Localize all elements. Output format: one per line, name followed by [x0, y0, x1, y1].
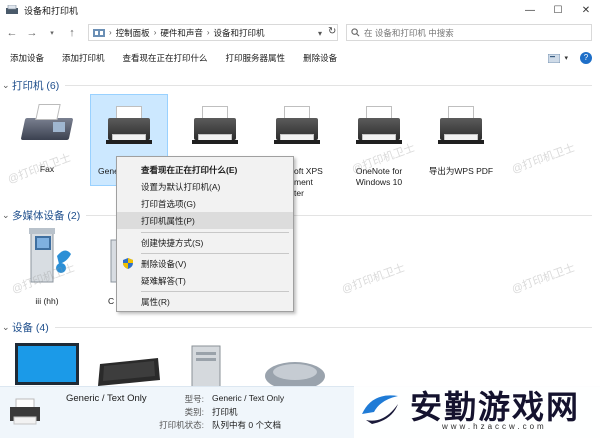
detail-value-category: 打印机: [212, 407, 238, 417]
selected-device-name: Generic / Text Only: [66, 393, 147, 404]
fax-icon: [19, 100, 75, 144]
add-device-button[interactable]: 添加设备: [10, 52, 44, 64]
add-printer-button[interactable]: 添加打印机: [62, 52, 105, 64]
window-title: 设备和打印机: [24, 5, 79, 16]
close-button[interactable]: ✕: [572, 0, 600, 20]
printers-group-title: 打印机 (6): [12, 79, 60, 92]
printer-icon: [354, 102, 404, 146]
search-input[interactable]: 在 设备和打印机 中搜索: [346, 24, 592, 41]
multimedia-group-title: 多媒体设备 (2): [12, 209, 81, 222]
devices-group-header[interactable]: ⌄ 设备 (4): [0, 319, 600, 335]
menu-item-printing-preferences[interactable]: 打印首选项(G): [117, 195, 293, 212]
menu-item-troubleshoot[interactable]: 疑难解答(T): [117, 272, 293, 289]
printer-icon: [10, 398, 40, 425]
title-bar: 设备和打印机 — ☐ ✕: [0, 0, 600, 20]
minimize-button[interactable]: —: [516, 0, 544, 20]
address-dropdown-icon[interactable]: ▾: [318, 29, 322, 38]
menu-item-label: 删除设备(V): [141, 258, 187, 269]
logo-swirl-icon: [362, 395, 398, 424]
help-icon[interactable]: ?: [580, 52, 592, 64]
context-menu: 查看现在正在打印什么(E) 设置为默认打印机(A) 打印首选项(G) 打印机属性…: [116, 156, 294, 312]
view-dropdown-icon[interactable]: ▾: [564, 54, 568, 62]
detail-value-model: Generic / Text Only: [212, 393, 285, 403]
printer-icon: [190, 102, 240, 146]
breadcrumb-separator: ›: [153, 28, 157, 37]
print-server-properties-button[interactable]: 打印服务器属性: [226, 52, 286, 64]
remove-device-button[interactable]: 删除设备: [303, 52, 337, 64]
detail-label-status: 打印机状态:: [159, 420, 204, 430]
printers-group-header[interactable]: ⌄ 打印机 (6): [0, 77, 600, 93]
breadcrumb-separator: ›: [206, 28, 210, 37]
printer-icon: [436, 102, 486, 146]
menu-item-properties[interactable]: 属性(R): [117, 293, 293, 310]
detail-label-category: 类别:: [184, 407, 204, 417]
watermark: @打印机卫士: [340, 261, 407, 296]
monitor-icon[interactable]: [14, 342, 80, 388]
menu-item-set-default[interactable]: 设置为默认打印机(A): [117, 178, 293, 195]
device-printer-3[interactable]: [176, 102, 254, 148]
logo-url: www.hzaccw.com: [442, 422, 547, 431]
breadcrumb-hardware-sound[interactable]: 硬件和声音: [160, 27, 203, 39]
group-divider: [54, 326, 592, 328]
menu-item-create-shortcut[interactable]: 创建快捷方式(S): [117, 234, 293, 251]
site-logo-stamp: 安勤游戏网 www.hzaccw.com: [354, 380, 600, 438]
see-whats-printing-button[interactable]: 查看现在正在打印什么: [123, 52, 208, 64]
recent-locations-icon[interactable]: ▾: [44, 25, 60, 41]
breadcrumb-separator: ›: [109, 28, 112, 37]
search-placeholder: 在 设备和打印机 中搜索: [364, 27, 454, 38]
collapse-chevron-icon[interactable]: ⌄: [2, 210, 12, 221]
devices-group-title: 设备 (4): [12, 321, 49, 334]
mouse-icon[interactable]: [262, 358, 328, 388]
collapse-chevron-icon[interactable]: ⌄: [2, 322, 12, 333]
address-bar[interactable]: › 控制面板 › 硬件和声音 › 设备和打印机: [88, 24, 338, 41]
menu-item-printer-properties[interactable]: 打印机属性(P): [117, 212, 293, 229]
back-button[interactable]: ←: [4, 25, 20, 41]
detail-label-model: 型号:: [184, 394, 204, 404]
control-panel-icon: [93, 28, 105, 37]
printer-icon: [272, 102, 322, 146]
breadcrumb-devices-printers[interactable]: 设备和打印机: [214, 27, 265, 39]
computer-tower-icon[interactable]: [186, 344, 226, 388]
menu-item-remove-device[interactable]: 删除设备(V): [117, 255, 293, 272]
keyboard-icon[interactable]: [96, 354, 162, 388]
menu-separator: [141, 232, 289, 233]
multimedia-group-header[interactable]: ⌄ 多媒体设备 (2): [0, 207, 600, 223]
view-options-icon[interactable]: [548, 53, 561, 63]
breadcrumb-control-panel[interactable]: 控制面板: [116, 27, 150, 39]
menu-item-see-whats-printing[interactable]: 查看现在正在打印什么(E): [117, 161, 293, 178]
watermark: @打印机卫士: [510, 141, 577, 176]
command-bar: 添加设备 添加打印机 查看现在正在打印什么 打印服务器属性 删除设备: [0, 48, 600, 68]
watermark: @打印机卫士: [510, 261, 577, 296]
device-wps-pdf[interactable]: 导出为WPS PDF: [422, 102, 500, 177]
collapse-chevron-icon[interactable]: ⌄: [2, 80, 12, 91]
menu-separator: [141, 253, 289, 254]
device-label: 导出为WPS PDF: [428, 166, 494, 176]
shield-icon: [123, 258, 133, 269]
forward-button[interactable]: →: [24, 25, 40, 41]
up-button[interactable]: ↑: [64, 25, 80, 41]
maximize-button[interactable]: ☐: [544, 0, 572, 20]
printer-icon: [104, 102, 154, 146]
refresh-icon[interactable]: ↻: [328, 26, 336, 37]
detail-value-status: 队列中有 0 个文档: [212, 420, 281, 430]
menu-separator: [141, 291, 289, 292]
search-icon: [351, 28, 360, 37]
devices-printers-app-icon: [6, 4, 18, 15]
group-divider: [65, 84, 592, 86]
